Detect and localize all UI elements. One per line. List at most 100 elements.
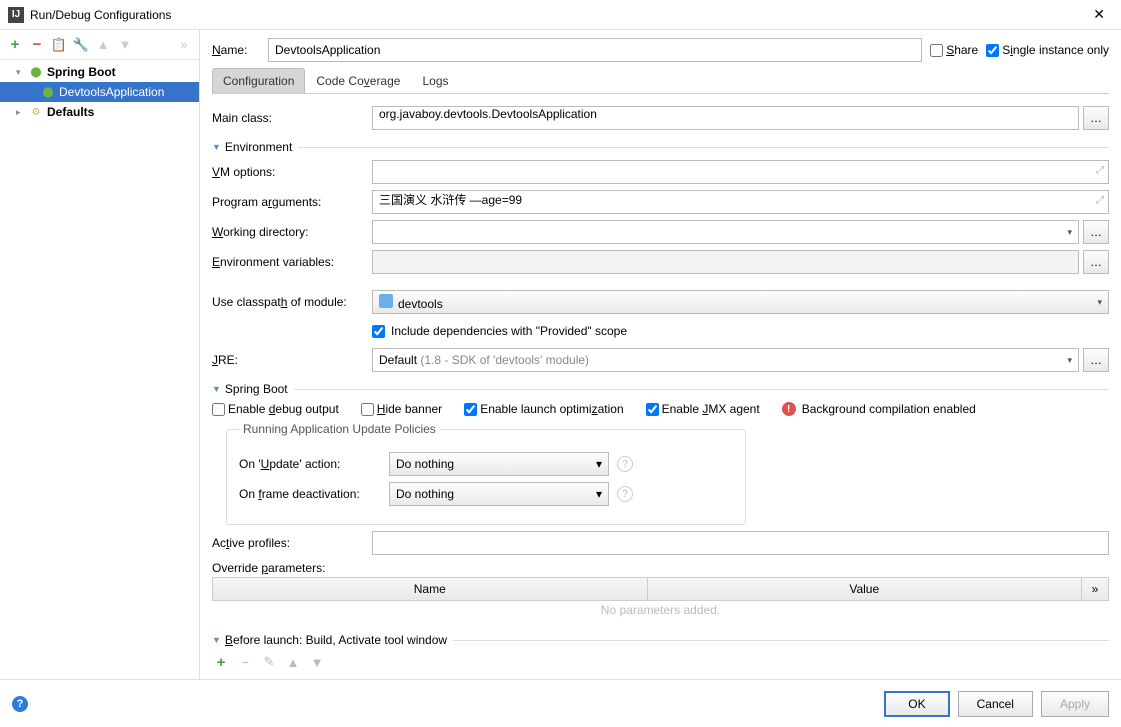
tab-code-coverage[interactable]: Code Coverage [305, 68, 411, 93]
tree-devtools-app[interactable]: ⬤ DevtoolsApplication [0, 82, 199, 102]
add-config-button[interactable]: + [6, 36, 24, 54]
caret-icon: ▾ [1097, 297, 1102, 308]
jmx-agent-checkbox[interactable] [646, 403, 659, 416]
app-icon: IJ [8, 7, 24, 23]
main-class-label: Main class: [212, 111, 372, 125]
single-instance-wrap[interactable]: Single instance only [986, 43, 1109, 57]
debug-output-wrap[interactable]: Enable debug output [212, 402, 339, 416]
close-icon[interactable]: ✕ [1085, 2, 1113, 27]
vm-options-input[interactable]: ⤢ [372, 160, 1109, 184]
move-task-down-button[interactable]: ▼ [308, 653, 326, 671]
before-launch-section: ▼ Before launch: Build, Activate tool wi… [212, 633, 1109, 671]
override-params-table: Name Value » No parameters added. [212, 577, 1109, 619]
warning-icon: ! [782, 402, 796, 416]
col-value[interactable]: Value [648, 578, 1083, 600]
edit-task-button[interactable]: ✎ [260, 653, 278, 671]
caret-icon: ▾ [1067, 355, 1072, 366]
form-area: Main class: org.javaboy.devtools.Devtool… [200, 94, 1121, 679]
expand-icon[interactable]: ⤢ [1096, 195, 1104, 206]
apply-button[interactable]: Apply [1041, 691, 1109, 717]
main-class-input[interactable]: org.javaboy.devtools.DevtoolsApplication [372, 106, 1079, 130]
program-args-input[interactable]: 三国演义 水浒传 —age=99⤢ [372, 190, 1109, 214]
expand-icon[interactable]: ⤢ [1096, 165, 1104, 176]
config-tree: ▾ ⬤ Spring Boot ⬤ DevtoolsApplication ▸ … [0, 60, 199, 679]
browse-working-dir-button[interactable]: … [1083, 220, 1109, 244]
browse-main-class-button[interactable]: … [1083, 106, 1109, 130]
classpath-select[interactable]: devtools ▾ [372, 290, 1109, 314]
bg-compilation-status: !Background compilation enabled [782, 402, 976, 416]
include-provided-checkbox[interactable] [372, 325, 385, 338]
on-frame-select[interactable]: Do nothing▾ [389, 482, 609, 506]
working-dir-label: Working directory: [212, 225, 372, 239]
single-instance-checkbox[interactable] [986, 44, 999, 57]
jre-label: JRE: [212, 353, 372, 367]
module-icon [379, 294, 393, 308]
include-provided-wrap[interactable]: Include dependencies with "Provided" sco… [372, 324, 627, 338]
move-up-button[interactable]: ▲ [94, 36, 112, 54]
share-checkbox-wrap[interactable]: Share [930, 43, 978, 57]
tab-configuration[interactable]: Configuration [212, 68, 305, 93]
left-panel: + − 📋 🔧 ▲ ▼ » ▾ ⬤ Spring Boot ⬤ Devtools… [0, 30, 200, 679]
caret-icon: ▾ [1067, 227, 1072, 238]
working-dir-input[interactable]: ▾ [372, 220, 1079, 244]
col-name[interactable]: Name [213, 578, 648, 600]
classpath-label: Use classpath of module: [212, 295, 372, 309]
env-vars-label: Environment variables: [212, 255, 372, 269]
update-policies: Running Application Update Policies On '… [226, 422, 746, 525]
spring-boot-icon: ⬤ [28, 64, 44, 80]
expand-toolbar-button[interactable]: » [175, 36, 193, 54]
chevron-down-icon: ▾ [16, 67, 28, 78]
table-more-button[interactable]: » [1082, 578, 1108, 600]
active-profiles-input[interactable] [372, 531, 1109, 555]
env-vars-input[interactable] [372, 250, 1079, 274]
move-task-up-button[interactable]: ▲ [284, 653, 302, 671]
caret-icon: ▾ [596, 487, 602, 501]
ok-button[interactable]: OK [884, 691, 949, 717]
collapse-icon: ▼ [212, 142, 221, 152]
settings-button[interactable]: 🔧 [72, 36, 90, 54]
name-row: Name: Share Single instance only [200, 30, 1121, 68]
vm-options-label: VM options: [212, 165, 372, 179]
copy-config-button[interactable]: 📋 [50, 36, 68, 54]
debug-output-checkbox[interactable] [212, 403, 225, 416]
spring-boot-section[interactable]: ▼ Spring Boot [212, 382, 1109, 396]
on-update-select[interactable]: Do nothing▾ [389, 452, 609, 476]
add-task-button[interactable]: + [212, 653, 230, 671]
before-launch-toolbar: + − ✎ ▲ ▼ [212, 653, 1109, 671]
name-input[interactable] [268, 38, 922, 62]
section-label: Before launch: Build, Activate tool wind… [225, 633, 447, 647]
tree-spring-boot[interactable]: ▾ ⬤ Spring Boot [0, 62, 199, 82]
name-label: Name: [212, 43, 260, 57]
right-panel: Name: Share Single instance only Configu… [200, 30, 1121, 679]
no-params-placeholder: No parameters added. [212, 601, 1109, 619]
help-icon[interactable]: ? [617, 486, 633, 502]
jmx-agent-wrap[interactable]: Enable JMX agent [646, 402, 760, 416]
config-toolbar: + − 📋 🔧 ▲ ▼ » [0, 30, 199, 60]
cancel-button[interactable]: Cancel [958, 691, 1033, 717]
help-icon[interactable]: ? [617, 456, 633, 472]
tab-logs[interactable]: Logs [411, 68, 459, 93]
share-checkbox[interactable] [930, 44, 943, 57]
move-down-button[interactable]: ▼ [116, 36, 134, 54]
hide-banner-checkbox[interactable] [361, 403, 374, 416]
browse-env-vars-button[interactable]: … [1083, 250, 1109, 274]
on-frame-label: On frame deactivation: [239, 487, 389, 501]
before-launch-header[interactable]: ▼ Before launch: Build, Activate tool wi… [212, 633, 1109, 647]
dialog-footer: ? OK Cancel Apply [0, 679, 1121, 727]
hide-banner-wrap[interactable]: Hide banner [361, 402, 442, 416]
environment-section[interactable]: ▼ Environment [212, 140, 1109, 154]
launch-opt-wrap[interactable]: Enable launch optimization [464, 402, 623, 416]
launch-opt-checkbox[interactable] [464, 403, 477, 416]
policies-legend: Running Application Update Policies [239, 422, 440, 436]
collapse-icon: ▼ [212, 635, 221, 645]
remove-config-button[interactable]: − [28, 36, 46, 54]
jre-select[interactable]: Default (1.8 - SDK of 'devtools' module)… [372, 348, 1079, 372]
browse-jre-button[interactable]: … [1083, 348, 1109, 372]
config-tabs: Configuration Code Coverage Logs [212, 68, 1109, 94]
collapse-icon: ▼ [212, 384, 221, 394]
remove-task-button[interactable]: − [236, 653, 254, 671]
section-label: Spring Boot [225, 382, 288, 396]
include-provided-label: Include dependencies with "Provided" sco… [391, 324, 627, 338]
tree-defaults[interactable]: ▸ ⚙ Defaults [0, 102, 199, 122]
help-button[interactable]: ? [12, 696, 28, 712]
